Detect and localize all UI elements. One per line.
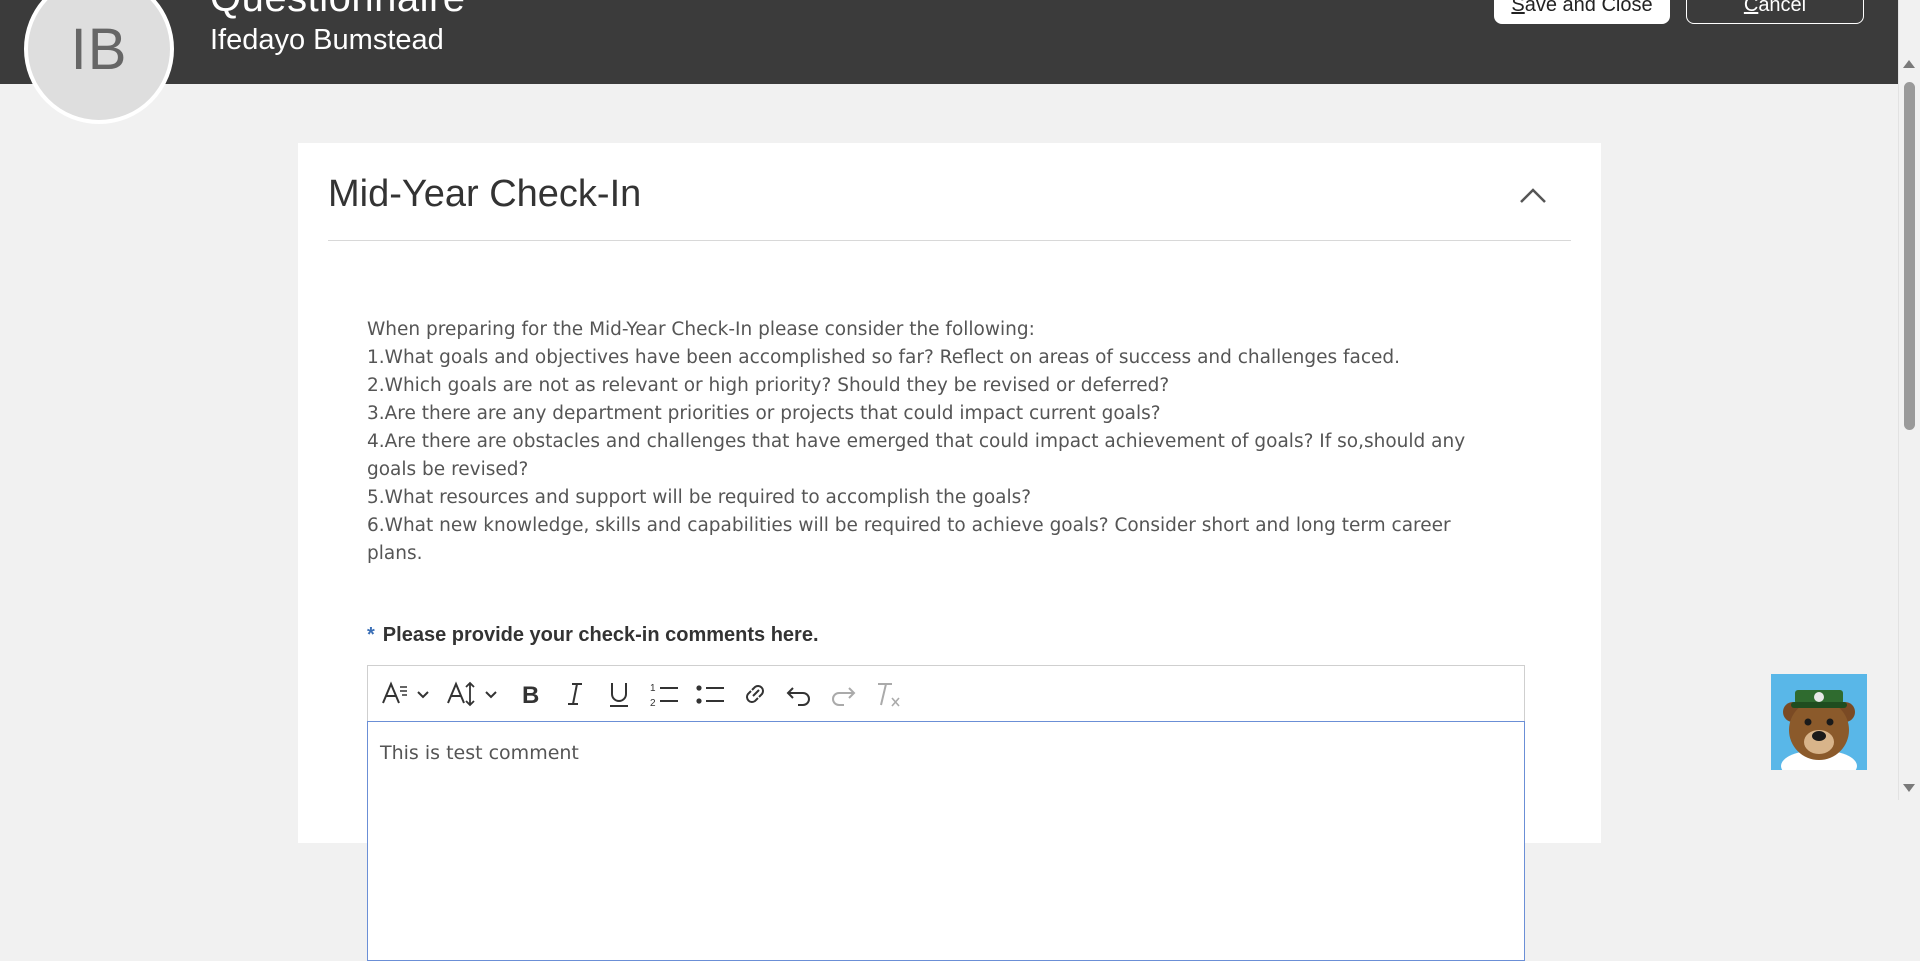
font-size-button[interactable]	[446, 674, 502, 714]
comments-field-label: * Please provide your check-in comments h…	[367, 624, 819, 647]
svg-text:2: 2	[650, 698, 656, 709]
underline-icon	[610, 682, 628, 707]
cancel-label: Cancel	[1743, 0, 1807, 16]
svg-text:1: 1	[650, 683, 656, 694]
avatar: IB	[24, 0, 174, 124]
instruction-item: 6.What new knowledge, skills and capabil…	[367, 515, 1451, 564]
numbered-list-icon: 1 2	[650, 683, 678, 709]
clear-format-icon	[878, 682, 900, 707]
instruction-item: 4.Are there are obstacles and challenges…	[367, 431, 1466, 480]
link-icon	[746, 684, 764, 703]
scroll-up-arrow[interactable]	[1903, 60, 1915, 68]
link-button[interactable]	[740, 674, 770, 714]
bear-mascot-icon	[1771, 674, 1867, 782]
underline-button[interactable]	[604, 674, 634, 714]
comments-label-text: Please provide your check-in comments he…	[382, 624, 819, 646]
undo-button[interactable]	[784, 674, 814, 714]
section-instructions: When preparing for the Mid-Year Check-In…	[367, 316, 1507, 568]
chat-assistant-button[interactable]	[1771, 674, 1867, 782]
instruction-item: 2.Which goals are not as relevant or hig…	[367, 375, 1170, 396]
chevron-up-icon[interactable]	[1518, 185, 1548, 205]
bold-button[interactable]: B	[516, 674, 546, 714]
scroll-down-arrow[interactable]	[1903, 784, 1915, 792]
italic-icon	[568, 682, 582, 705]
cancel-button[interactable]: Cancel	[1686, 0, 1864, 24]
questionnaire-section-card: Mid-Year Check-In When preparing for the…	[298, 143, 1601, 961]
required-marker: *	[367, 624, 375, 646]
italic-button[interactable]	[560, 674, 590, 714]
page-title: Questionnaire	[210, 0, 466, 21]
editor-toolbar: B 1 2	[367, 665, 1525, 721]
instruction-intro: When preparing for the Mid-Year Check-In…	[367, 319, 1035, 340]
section-title: Mid-Year Check-In	[328, 173, 642, 215]
comments-editor[interactable]: This is test comment	[367, 721, 1525, 961]
save-and-close-button[interactable]: Save and Close	[1494, 0, 1670, 24]
person-name: Ifedayo Bumstead	[210, 24, 444, 56]
font-style-icon	[382, 680, 429, 703]
comments-editor-text[interactable]: This is test comment	[380, 742, 579, 764]
font-size-icon	[447, 680, 497, 706]
instruction-item: 3.Are there are any department prioritie…	[367, 403, 1161, 424]
redo-icon	[832, 686, 856, 706]
numbered-list-button[interactable]: 1 2	[648, 674, 680, 714]
instruction-item: 5.What resources and support will be req…	[367, 487, 1032, 508]
bullet-list-button[interactable]	[694, 674, 726, 714]
clear-format-button[interactable]	[872, 674, 906, 714]
page-header: Questionnaire Ifedayo Bumstead Save and …	[0, 0, 1898, 84]
font-style-button[interactable]	[380, 674, 432, 714]
instruction-item: 1.What goals and objectives have been ac…	[367, 347, 1401, 368]
svg-text:B: B	[522, 682, 539, 709]
save-and-close-label: Save and Close	[1511, 0, 1653, 16]
bullet-list-icon	[696, 684, 724, 704]
undo-icon	[786, 686, 810, 706]
redo-button[interactable]	[828, 674, 858, 714]
section-divider	[328, 240, 1571, 241]
scroll-thumb[interactable]	[1904, 82, 1915, 430]
page-scrollbar[interactable]	[1898, 0, 1920, 800]
bold-icon: B	[522, 682, 539, 709]
